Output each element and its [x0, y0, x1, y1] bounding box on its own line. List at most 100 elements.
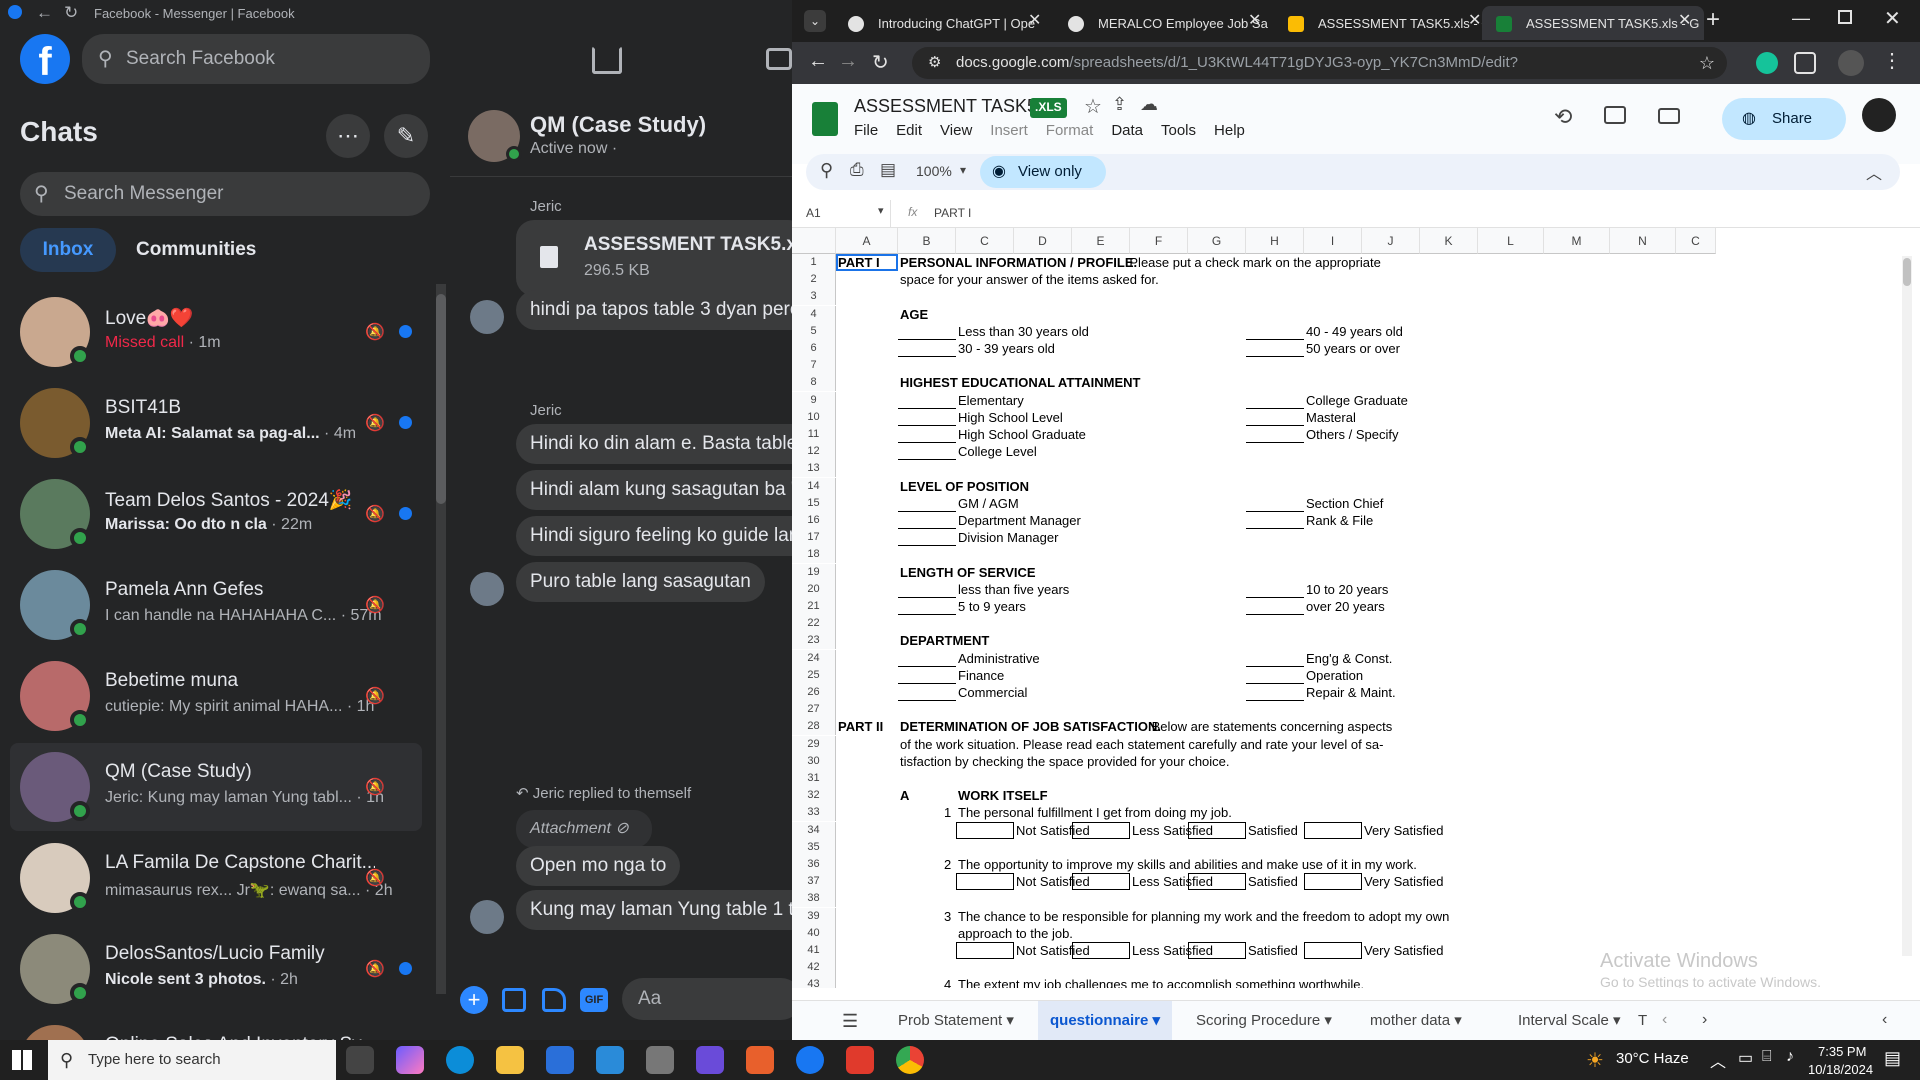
row-header[interactable]: 31 [792, 770, 836, 787]
google-sheets-logo-icon[interactable] [812, 102, 838, 136]
menu-help[interactable]: Help [1214, 122, 1245, 139]
checkbox-cell[interactable] [1188, 821, 1246, 839]
sheet-tab[interactable]: Interval Scale ▾ [1506, 1001, 1633, 1040]
chevron-up-icon[interactable]: ︿ [1866, 160, 1882, 184]
row-header[interactable]: 1 [792, 254, 836, 271]
browser-tab[interactable]: ASSESSMENT TASK5.xls - G [1274, 6, 1492, 40]
bookmark-star-icon[interactable]: ☆ [1699, 47, 1715, 79]
new-tab-icon[interactable]: + [1706, 6, 1720, 34]
row-header[interactable]: 21 [792, 598, 836, 615]
grammarly-icon[interactable] [1756, 52, 1778, 74]
tab-communities[interactable]: Communities [122, 228, 270, 272]
minimize-icon[interactable]: — [1792, 8, 1810, 29]
view-only-chip[interactable]: ◉ View only [980, 156, 1106, 188]
message-bubble[interactable]: Hindi alam kung sasagutan ba 'y [516, 470, 792, 510]
search-menus-icon[interactable]: ⚲ [820, 160, 833, 181]
column-header[interactable]: N [1610, 228, 1676, 254]
row-header[interactable]: 5 [792, 322, 836, 340]
row-header[interactable]: 12 [792, 443, 836, 461]
column-header[interactable]: C [1676, 228, 1716, 254]
row-header[interactable]: 19 [792, 563, 836, 581]
replied-attachment[interactable]: Attachment ⊘ [516, 810, 652, 848]
url-bar[interactable]: ⚙ docs.google.com/spreadsheets/d/1_U3KtW… [912, 47, 1727, 103]
menu-data[interactable]: Data [1111, 122, 1143, 139]
browser-tab[interactable]: Introducing ChatGPT | Ope [834, 6, 1052, 40]
sheet-tab[interactable]: Prob Statement ▾ [886, 1001, 1026, 1040]
row-header[interactable]: 35 [792, 838, 836, 856]
scrollbar-thumb[interactable] [436, 294, 446, 504]
taskbar-search-input[interactable]: Type here to search [88, 1051, 221, 1068]
scrollbar[interactable] [436, 284, 446, 994]
column-header[interactable]: F [1130, 228, 1188, 254]
chat-list-item[interactable]: QM (Case Study) Jeric: Kung may laman Yun… [10, 743, 422, 831]
messenger-search[interactable]: ⚲ Search Messenger [20, 172, 430, 216]
meet-icon[interactable] [1658, 108, 1680, 124]
checkbox-cell[interactable] [956, 942, 1014, 959]
select-all-corner[interactable] [792, 228, 836, 254]
chat-list-item[interactable]: DelosSantos/Lucio Family Nicole sent 3 ph… [10, 925, 422, 1013]
sender-avatar[interactable] [470, 300, 504, 334]
watch-icon[interactable] [766, 48, 792, 70]
row-header[interactable]: 15 [792, 494, 836, 512]
column-header[interactable]: A [836, 228, 898, 254]
chevron-down-icon[interactable]: ▾ [960, 163, 966, 177]
row-header[interactable]: 32 [792, 787, 836, 805]
star-icon[interactable]: ☆ [1084, 94, 1102, 119]
column-header[interactable]: C [956, 228, 1014, 254]
maximize-icon[interactable] [1838, 10, 1852, 24]
row-header[interactable]: 25 [792, 666, 836, 684]
facebook-app-icon[interactable] [796, 1046, 824, 1074]
messenger-search-input[interactable]: Search Messenger [64, 183, 223, 205]
row-header[interactable]: 4 [792, 305, 836, 323]
close-window-icon[interactable]: ✕ [1884, 6, 1901, 31]
row-header[interactable]: 2 [792, 271, 836, 289]
checkbox-cell[interactable] [1072, 942, 1130, 959]
chevron-down-icon[interactable]: ▾ [878, 204, 884, 217]
cloud-status-icon[interactable]: ☁ [1140, 94, 1158, 115]
print-icon[interactable]: ⎙ [850, 160, 864, 180]
checkbox-cell[interactable] [1304, 942, 1362, 959]
sender-avatar[interactable] [470, 900, 504, 934]
checkbox-cell[interactable] [1304, 873, 1362, 891]
row-header[interactable]: 27 [792, 701, 836, 719]
close-tab-icon[interactable]: ✕ [1248, 10, 1261, 30]
facebook-search[interactable]: ⚲ Search Facebook [82, 34, 430, 84]
more-options-icon[interactable]: ⋯ [326, 114, 370, 158]
checkbox-cell[interactable] [1072, 873, 1130, 891]
task-view-icon[interactable] [346, 1046, 374, 1074]
checkbox-cell[interactable] [956, 873, 1014, 891]
sheet-tab[interactable]: Scoring Procedure ▾ [1184, 1001, 1344, 1040]
file-explorer-icon[interactable] [496, 1046, 524, 1074]
chat-list-item[interactable]: Team Delos Santos - 2024🎉 Marissa: Oo dto… [10, 470, 422, 558]
visual-studio-icon[interactable] [696, 1046, 724, 1074]
network-icon[interactable]: ⌸ [1762, 1048, 1772, 1066]
scroll-tabs-left-icon[interactable]: ‹ [1662, 1011, 1667, 1029]
chat-list-item[interactable]: Love🐽❤️ Missed call · 1m 🔕 [10, 288, 422, 376]
row-header[interactable]: 40 [792, 924, 836, 942]
formula-content[interactable]: PART I [934, 206, 971, 220]
user-avatar[interactable] [1862, 98, 1896, 132]
message-composer[interactable]: Aa [622, 978, 792, 1020]
row-header[interactable]: 7 [792, 357, 836, 375]
column-header[interactable]: H [1246, 228, 1304, 254]
zoom-select[interactable]: 100% [916, 163, 952, 179]
row-header[interactable]: 17 [792, 529, 836, 547]
taskbar-search[interactable]: ⚲ Type here to search [48, 1040, 336, 1080]
row-header[interactable]: 26 [792, 684, 836, 701]
row-header[interactable]: 42 [792, 959, 836, 977]
forward-icon[interactable]: → [838, 50, 858, 73]
add-icon[interactable]: + [460, 986, 488, 1014]
checkbox-cell[interactable] [956, 821, 1014, 839]
notifications-icon[interactable]: ▤ [1884, 1048, 1901, 1069]
checkbox-cell[interactable] [1188, 873, 1246, 891]
row-header[interactable]: 10 [792, 408, 836, 426]
file-attachment[interactable]: ASSESSMENT TASK5.xls 296.5 KB [516, 220, 792, 296]
close-tab-icon[interactable]: ✕ [1678, 10, 1691, 30]
chrome-menu-icon[interactable]: ⋮ [1882, 48, 1902, 73]
back-icon[interactable]: ← [808, 50, 828, 73]
menu-insert[interactable]: Insert [990, 122, 1028, 139]
row-header[interactable]: 23 [792, 632, 836, 650]
menu-file[interactable]: File [854, 122, 878, 139]
new-message-icon[interactable]: ✎ [384, 114, 428, 158]
chat-list-item[interactable]: BSIT41B Meta AI: Salamat sa pag-al... · 4… [10, 379, 422, 467]
